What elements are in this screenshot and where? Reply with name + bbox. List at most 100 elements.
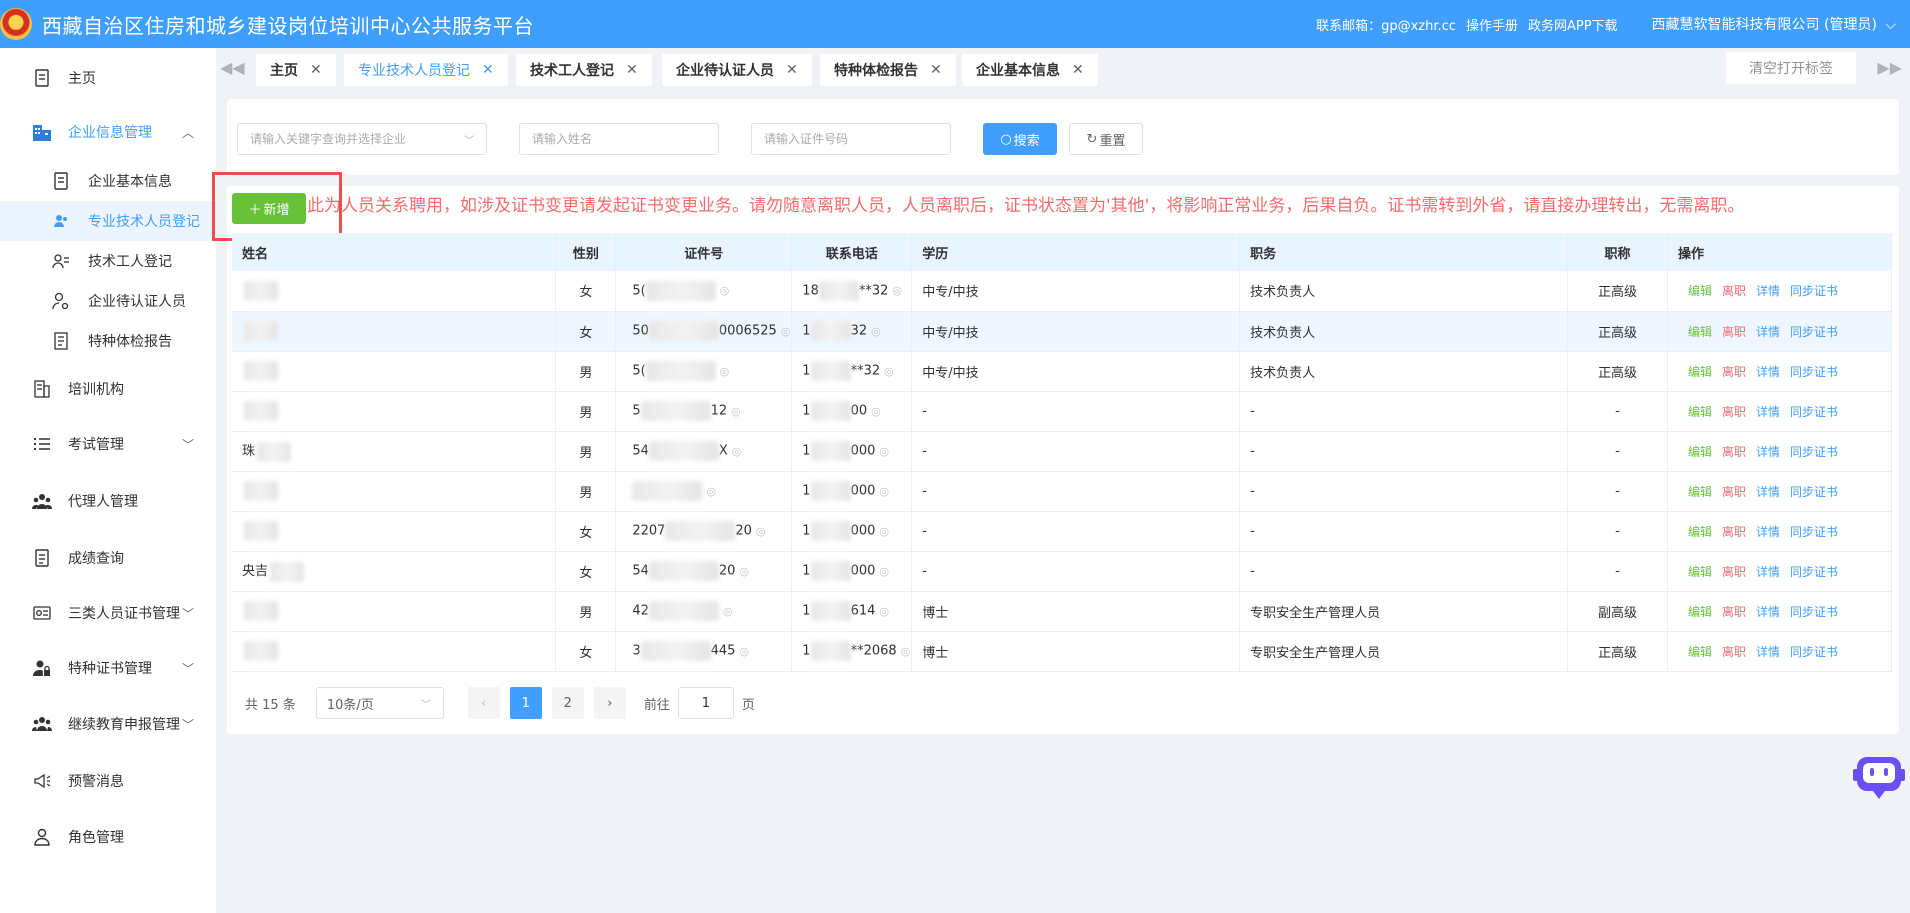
edit-link[interactable]: 编辑 bbox=[1688, 605, 1712, 619]
sidebar-item-pending-certification[interactable]: 企业待认证人员 bbox=[0, 281, 216, 321]
sidebar-item-agent-management[interactable]: 代理人管理 bbox=[0, 481, 216, 521]
edit-link[interactable]: 编辑 bbox=[1688, 645, 1712, 659]
edit-link[interactable]: 编辑 bbox=[1688, 405, 1712, 419]
sidebar-item-training-institution[interactable]: 培训机构 bbox=[0, 369, 216, 409]
eye-icon[interactable]: ◎ bbox=[879, 445, 889, 458]
sync-cert-link[interactable]: 同步证书 bbox=[1790, 325, 1838, 339]
resign-link[interactable]: 离职 bbox=[1722, 365, 1746, 379]
eye-icon[interactable]: ◎ bbox=[720, 284, 730, 297]
manual-link[interactable]: 操作手册 bbox=[1466, 15, 1518, 34]
close-icon[interactable]: ✕ bbox=[1072, 62, 1084, 78]
close-icon[interactable]: ✕ bbox=[310, 62, 322, 78]
detail-link[interactable]: 详情 bbox=[1756, 525, 1780, 539]
edit-link[interactable]: 编辑 bbox=[1688, 525, 1712, 539]
sidebar-item-skilled-workers[interactable]: 技术工人登记 bbox=[0, 241, 216, 281]
sync-cert-link[interactable]: 同步证书 bbox=[1790, 284, 1838, 298]
resign-link[interactable]: 离职 bbox=[1722, 445, 1746, 459]
eye-icon[interactable]: ◎ bbox=[732, 445, 742, 458]
eye-icon[interactable]: ◎ bbox=[756, 525, 766, 538]
eye-icon[interactable]: ◎ bbox=[879, 605, 889, 618]
sync-cert-link[interactable]: 同步证书 bbox=[1790, 605, 1838, 619]
close-icon[interactable]: ✕ bbox=[626, 62, 638, 78]
sidebar-item-three-types-cert[interactable]: 三类人员证书管理 ﹀ bbox=[0, 593, 216, 633]
sidebar-item-professional-staff[interactable]: 专业技术人员登记 bbox=[0, 201, 216, 241]
eye-icon[interactable]: ◎ bbox=[720, 365, 730, 378]
detail-link[interactable]: 详情 bbox=[1756, 365, 1780, 379]
tabs-scroll-right-icon[interactable]: ▶▶ bbox=[1877, 58, 1902, 77]
resign-link[interactable]: 离职 bbox=[1722, 485, 1746, 499]
page-2-button[interactable]: 2 bbox=[551, 687, 584, 719]
eye-icon[interactable]: ◎ bbox=[901, 645, 911, 658]
tab-professional-staff[interactable]: 专业技术人员登记 ✕ bbox=[344, 54, 508, 86]
search-button[interactable]: ○ 搜索 bbox=[983, 123, 1057, 155]
next-page-button[interactable]: › bbox=[593, 687, 626, 719]
tab-special-medical-report[interactable]: 特种体检报告 ✕ bbox=[820, 54, 956, 86]
eye-icon[interactable]: ◎ bbox=[879, 565, 889, 578]
eye-icon[interactable]: ◎ bbox=[781, 325, 791, 338]
edit-link[interactable]: 编辑 bbox=[1688, 445, 1712, 459]
resign-link[interactable]: 离职 bbox=[1722, 405, 1746, 419]
detail-link[interactable]: 详情 bbox=[1756, 405, 1780, 419]
page-1-button[interactable]: 1 bbox=[509, 687, 542, 719]
eye-icon[interactable]: ◎ bbox=[723, 605, 733, 618]
company-select-input[interactable] bbox=[250, 132, 486, 146]
tab-home[interactable]: 主页 ✕ bbox=[256, 54, 336, 86]
detail-link[interactable]: 详情 bbox=[1756, 284, 1780, 298]
tab-enterprise-basic[interactable]: 企业基本信息 ✕ bbox=[962, 54, 1098, 86]
resign-link[interactable]: 离职 bbox=[1722, 605, 1746, 619]
sync-cert-link[interactable]: 同步证书 bbox=[1790, 405, 1838, 419]
eye-icon[interactable]: ◎ bbox=[884, 365, 894, 378]
name-field[interactable] bbox=[519, 123, 719, 155]
resign-link[interactable]: 离职 bbox=[1722, 525, 1746, 539]
resign-link[interactable]: 离职 bbox=[1722, 325, 1746, 339]
edit-link[interactable]: 编辑 bbox=[1688, 565, 1712, 579]
detail-link[interactable]: 详情 bbox=[1756, 565, 1780, 579]
edit-link[interactable]: 编辑 bbox=[1688, 284, 1712, 298]
sidebar-item-enterprise-basic[interactable]: 企业基本信息 bbox=[0, 161, 216, 201]
chat-robot-icon[interactable] bbox=[1853, 753, 1905, 801]
sidebar-item-score-query[interactable]: 成绩查询 bbox=[0, 538, 216, 578]
sync-cert-link[interactable]: 同步证书 bbox=[1790, 525, 1838, 539]
sync-cert-link[interactable]: 同步证书 bbox=[1790, 565, 1838, 579]
name-input[interactable] bbox=[532, 132, 718, 146]
resign-link[interactable]: 离职 bbox=[1722, 565, 1746, 579]
close-icon[interactable]: ✕ bbox=[930, 62, 942, 78]
sync-cert-link[interactable]: 同步证书 bbox=[1790, 645, 1838, 659]
sidebar-item-exam-management[interactable]: 考试管理 ﹀ bbox=[0, 424, 216, 464]
reset-button[interactable]: ↻ 重置 bbox=[1069, 123, 1143, 155]
eye-icon[interactable]: ◎ bbox=[871, 325, 881, 338]
eye-icon[interactable]: ◎ bbox=[892, 284, 902, 297]
sidebar-item-home[interactable]: 主页 bbox=[0, 58, 216, 98]
sidebar-item-enterprise-info[interactable]: 企业信息管理 ︿ bbox=[0, 112, 216, 152]
eye-icon[interactable]: ◎ bbox=[879, 525, 889, 538]
sidebar-item-special-cert[interactable]: 特种证书管理 ﹀ bbox=[0, 648, 216, 688]
detail-link[interactable]: 详情 bbox=[1756, 445, 1780, 459]
page-size-select[interactable]: 10条/页 ﹀ bbox=[315, 687, 444, 719]
app-download-link[interactable]: 政务网APP下载 bbox=[1528, 15, 1618, 34]
eye-icon[interactable]: ◎ bbox=[739, 645, 749, 658]
eye-icon[interactable]: ◎ bbox=[706, 485, 716, 498]
tab-skilled-workers[interactable]: 技术工人登记 ✕ bbox=[516, 54, 652, 86]
edit-link[interactable]: 编辑 bbox=[1688, 325, 1712, 339]
eye-icon[interactable]: ◎ bbox=[731, 405, 741, 418]
sync-cert-link[interactable]: 同步证书 bbox=[1790, 485, 1838, 499]
detail-link[interactable]: 详情 bbox=[1756, 605, 1780, 619]
edit-link[interactable]: 编辑 bbox=[1688, 485, 1712, 499]
clear-tabs-button[interactable]: 清空打开标签 bbox=[1726, 52, 1856, 84]
company-select[interactable]: ﹀ bbox=[237, 123, 487, 155]
tab-pending-certification[interactable]: 企业待认证人员 ✕ bbox=[662, 54, 812, 86]
sidebar-item-continuing-education[interactable]: 继续教育申报管理 ﹀ bbox=[0, 704, 216, 744]
edit-link[interactable]: 编辑 bbox=[1688, 365, 1712, 379]
tabs-scroll-left-icon[interactable]: ◀◀ bbox=[220, 58, 245, 77]
eye-icon[interactable]: ◎ bbox=[879, 485, 889, 498]
sidebar-item-role-management[interactable]: 角色管理 bbox=[0, 817, 216, 857]
sync-cert-link[interactable]: 同步证书 bbox=[1790, 445, 1838, 459]
resign-link[interactable]: 离职 bbox=[1722, 645, 1746, 659]
goto-page-input[interactable]: 1 bbox=[677, 687, 734, 719]
id-number-input[interactable] bbox=[764, 132, 950, 146]
close-icon[interactable]: ✕ bbox=[482, 62, 494, 78]
sidebar-item-warning-messages[interactable]: 预警消息 bbox=[0, 761, 216, 801]
sync-cert-link[interactable]: 同步证书 bbox=[1790, 365, 1838, 379]
id-number-field[interactable] bbox=[751, 123, 951, 155]
detail-link[interactable]: 详情 bbox=[1756, 485, 1780, 499]
